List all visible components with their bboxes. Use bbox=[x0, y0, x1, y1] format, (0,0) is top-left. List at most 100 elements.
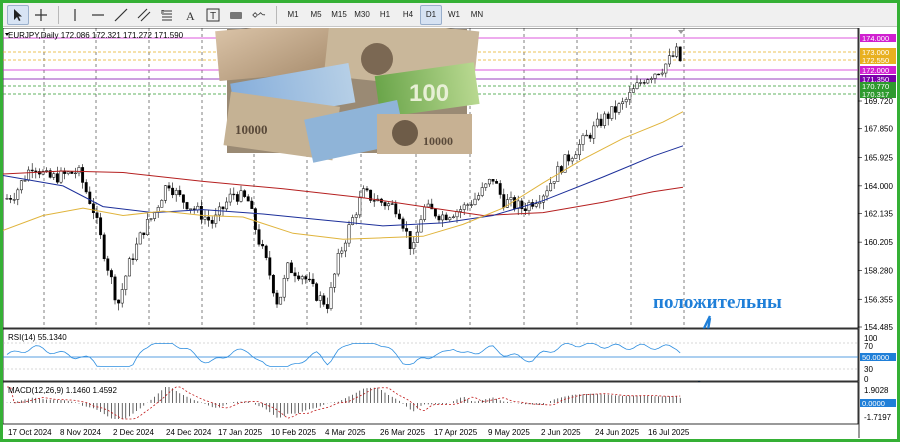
candle-body bbox=[455, 211, 459, 218]
timeframe-h4[interactable]: H4 bbox=[397, 5, 419, 25]
candle-body bbox=[509, 197, 513, 200]
candle-body bbox=[671, 55, 675, 57]
banknotes-image: 100 10000 10000 bbox=[215, 28, 480, 163]
candle-body bbox=[250, 200, 254, 209]
crosshair-icon[interactable] bbox=[30, 5, 52, 25]
candle-body bbox=[545, 190, 549, 197]
candle-body bbox=[667, 55, 671, 65]
candle-body bbox=[462, 204, 466, 210]
price-tick-label: 164.000 bbox=[864, 182, 893, 191]
horizontal-line-icon[interactable] bbox=[87, 5, 109, 25]
candle-body bbox=[343, 242, 347, 252]
candle-body bbox=[203, 216, 207, 220]
candle-body bbox=[210, 219, 214, 224]
fibonacci-icon[interactable]: F bbox=[156, 5, 178, 25]
date-label: 17 Oct 2024 bbox=[8, 428, 52, 437]
timeframe-d1[interactable]: D1 bbox=[420, 4, 442, 25]
candle-body bbox=[603, 113, 607, 126]
candle-body bbox=[77, 167, 81, 174]
candle-body bbox=[275, 292, 279, 305]
candle-body bbox=[228, 193, 232, 203]
timeframe-m5[interactable]: M5 bbox=[305, 5, 327, 25]
candle-body bbox=[91, 203, 95, 214]
candle-body bbox=[613, 106, 617, 113]
candle-body bbox=[552, 181, 556, 184]
candle-body bbox=[95, 212, 99, 218]
candle-body bbox=[567, 154, 571, 162]
timeframe-h1[interactable]: H1 bbox=[374, 5, 396, 25]
candle-body bbox=[138, 232, 142, 245]
price-tick-label: 156.355 bbox=[864, 295, 893, 304]
candle-body bbox=[631, 88, 635, 93]
candle-body bbox=[66, 171, 70, 174]
candle-body bbox=[117, 299, 121, 304]
candle-body bbox=[523, 208, 527, 211]
price-tick-label: 165.925 bbox=[864, 153, 893, 162]
timeframe-mn[interactable]: MN bbox=[466, 5, 488, 25]
shapes-icon[interactable] bbox=[248, 5, 270, 25]
channel-icon[interactable] bbox=[133, 5, 155, 25]
candle-body bbox=[495, 181, 499, 184]
candle-body bbox=[361, 188, 365, 199]
text-icon[interactable]: A bbox=[179, 5, 201, 25]
candle-body bbox=[55, 173, 59, 183]
candle-body bbox=[397, 213, 401, 220]
timeframe-m1[interactable]: M1 bbox=[282, 5, 304, 25]
candle-body bbox=[441, 214, 445, 221]
candle-body bbox=[336, 253, 340, 275]
candle-body bbox=[444, 214, 448, 221]
candle-body bbox=[264, 245, 268, 258]
timeframe-w1[interactable]: W1 bbox=[443, 5, 465, 25]
candle-body bbox=[595, 118, 599, 127]
price-axis: 169.720167.850165.925164.000162.135160.2… bbox=[858, 97, 893, 332]
candle-body bbox=[387, 203, 391, 207]
candle-body bbox=[405, 228, 409, 232]
candle-body bbox=[473, 198, 477, 205]
candle-body bbox=[401, 218, 405, 229]
candle-body bbox=[635, 82, 639, 89]
trendline-icon[interactable] bbox=[110, 5, 132, 25]
price-level-label: 172.000 bbox=[862, 66, 889, 75]
candle-body bbox=[181, 194, 185, 203]
candle-body bbox=[628, 92, 632, 100]
rectangle-icon[interactable] bbox=[225, 5, 247, 25]
candle-body bbox=[678, 46, 682, 62]
candle-body bbox=[484, 183, 488, 188]
candle-body bbox=[527, 202, 531, 211]
candle-body bbox=[9, 198, 13, 200]
candle-body bbox=[232, 193, 236, 196]
macd-tick-label: -1.7197 bbox=[864, 413, 892, 422]
date-label: 9 May 2025 bbox=[488, 428, 530, 437]
svg-text:100: 100 bbox=[409, 80, 449, 107]
candle-body bbox=[660, 72, 664, 75]
candle-body bbox=[491, 179, 495, 182]
timeframe-m15[interactable]: M15 bbox=[328, 5, 350, 25]
toolbar: F A T M1 M5 M15 M30 H1 H4 D1 W1 MN bbox=[3, 3, 897, 27]
chart-area[interactable]: EURJPY,Daily 172.086 172.321 171.272 171… bbox=[3, 28, 897, 439]
candle-body bbox=[307, 278, 311, 281]
candle-body bbox=[289, 262, 293, 274]
date-label: 10 Feb 2025 bbox=[271, 428, 316, 437]
text-label-icon[interactable]: T bbox=[202, 5, 224, 25]
candle-body bbox=[574, 154, 578, 159]
macd-label: MACD(12,26,9) 1.1460 1.4592 bbox=[8, 386, 118, 395]
candle-body bbox=[12, 199, 16, 201]
candle-body bbox=[106, 258, 110, 271]
candle-body bbox=[311, 278, 315, 284]
candle-body bbox=[268, 257, 272, 276]
date-label: 2 Dec 2024 bbox=[113, 428, 154, 437]
symbol-info: EURJPY,Daily 172.086 172.321 171.272 171… bbox=[8, 31, 184, 40]
candle-body bbox=[642, 82, 646, 84]
annotation-text: положительны bbox=[653, 292, 782, 313]
rsi-tick-label: 70 bbox=[864, 342, 873, 351]
cursor-icon[interactable] bbox=[7, 4, 29, 25]
candle-body bbox=[534, 203, 538, 207]
candle-body bbox=[315, 283, 319, 301]
candle-body bbox=[639, 82, 643, 84]
candle-body bbox=[88, 191, 92, 204]
vertical-line-icon[interactable] bbox=[64, 5, 86, 25]
candle-body bbox=[581, 135, 585, 145]
timeframe-m30[interactable]: M30 bbox=[351, 5, 373, 25]
macd-pane: MACD(12,26,9) 1.1460 1.4592 1.9028 0.0000… bbox=[3, 381, 896, 425]
candle-body bbox=[423, 206, 427, 220]
